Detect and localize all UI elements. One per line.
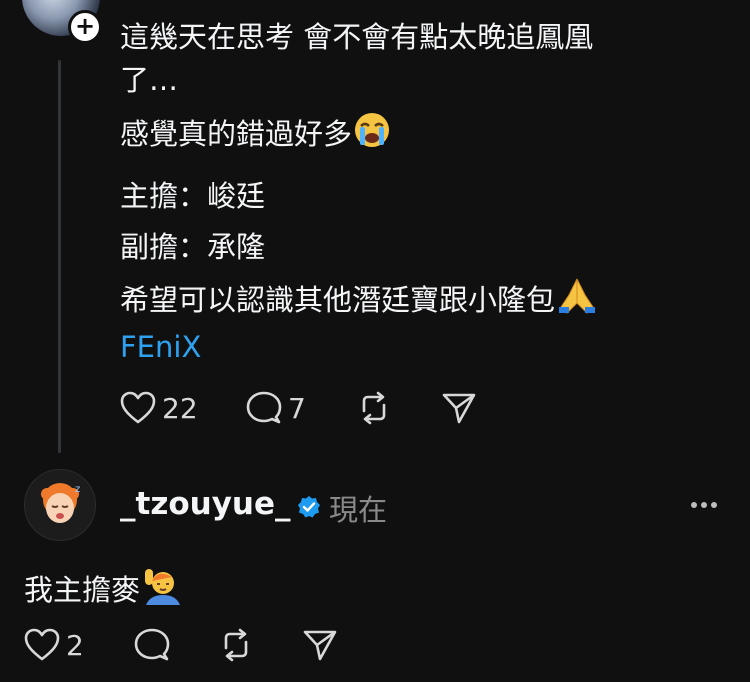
comment-button[interactable]: 7 bbox=[246, 391, 306, 425]
reply-timestamp: 現在 bbox=[329, 493, 388, 527]
post-text-main-member: 主擔：峻廷 bbox=[120, 179, 266, 213]
comment-count: 7 bbox=[288, 391, 306, 425]
person-raising-hand-emoji bbox=[140, 565, 181, 615]
heart-icon bbox=[24, 628, 60, 661]
comment-bubble-icon bbox=[246, 391, 282, 424]
verified-badge-icon bbox=[297, 495, 321, 519]
reply-share-button[interactable] bbox=[302, 628, 338, 662]
reply-comment-button[interactable] bbox=[134, 628, 170, 662]
avatar-emoji-sleeping-face: z bbox=[41, 483, 80, 523]
post-text-line-3: 感覺真的錯過好多 bbox=[120, 111, 392, 159]
reply-username[interactable]: _tzouyue_ bbox=[120, 486, 291, 522]
thread-connector-line bbox=[58, 60, 61, 453]
heart-icon bbox=[120, 391, 156, 424]
reply-like-count: 2 bbox=[66, 628, 84, 662]
post-text-line-1: 這幾天在思考 會不會有點太晚追鳳凰 bbox=[120, 20, 594, 54]
repost-button[interactable] bbox=[356, 391, 392, 425]
hashtag-link[interactable]: FEniX bbox=[120, 327, 201, 367]
repost-icon bbox=[224, 628, 248, 662]
repost-icon bbox=[362, 391, 386, 425]
like-count: 22 bbox=[162, 391, 198, 425]
comment-bubble-icon bbox=[134, 628, 170, 661]
reply-text: 我主擔麥 bbox=[24, 565, 181, 615]
reply-like-button[interactable]: 2 bbox=[24, 628, 84, 662]
follow-plus-icon[interactable]: + bbox=[68, 10, 102, 44]
send-icon bbox=[442, 393, 476, 424]
more-dots-icon[interactable] bbox=[689, 497, 719, 513]
like-button[interactable]: 22 bbox=[120, 391, 198, 425]
folded-hands-emoji bbox=[555, 277, 599, 325]
post-text-sub-member: 副擔：承隆 bbox=[120, 230, 266, 264]
post-text-line-6: 希望可以認識其他潛廷寶跟小隆包 bbox=[120, 277, 599, 325]
svg-text:z: z bbox=[75, 484, 80, 495]
loudly-crying-face-emoji bbox=[352, 111, 392, 159]
send-icon bbox=[303, 630, 337, 661]
reply-author-avatar[interactable]: z bbox=[24, 469, 96, 541]
share-button[interactable] bbox=[441, 391, 477, 425]
reply-repost-button[interactable] bbox=[218, 628, 254, 662]
post-text-line-2: 了… bbox=[120, 63, 179, 97]
